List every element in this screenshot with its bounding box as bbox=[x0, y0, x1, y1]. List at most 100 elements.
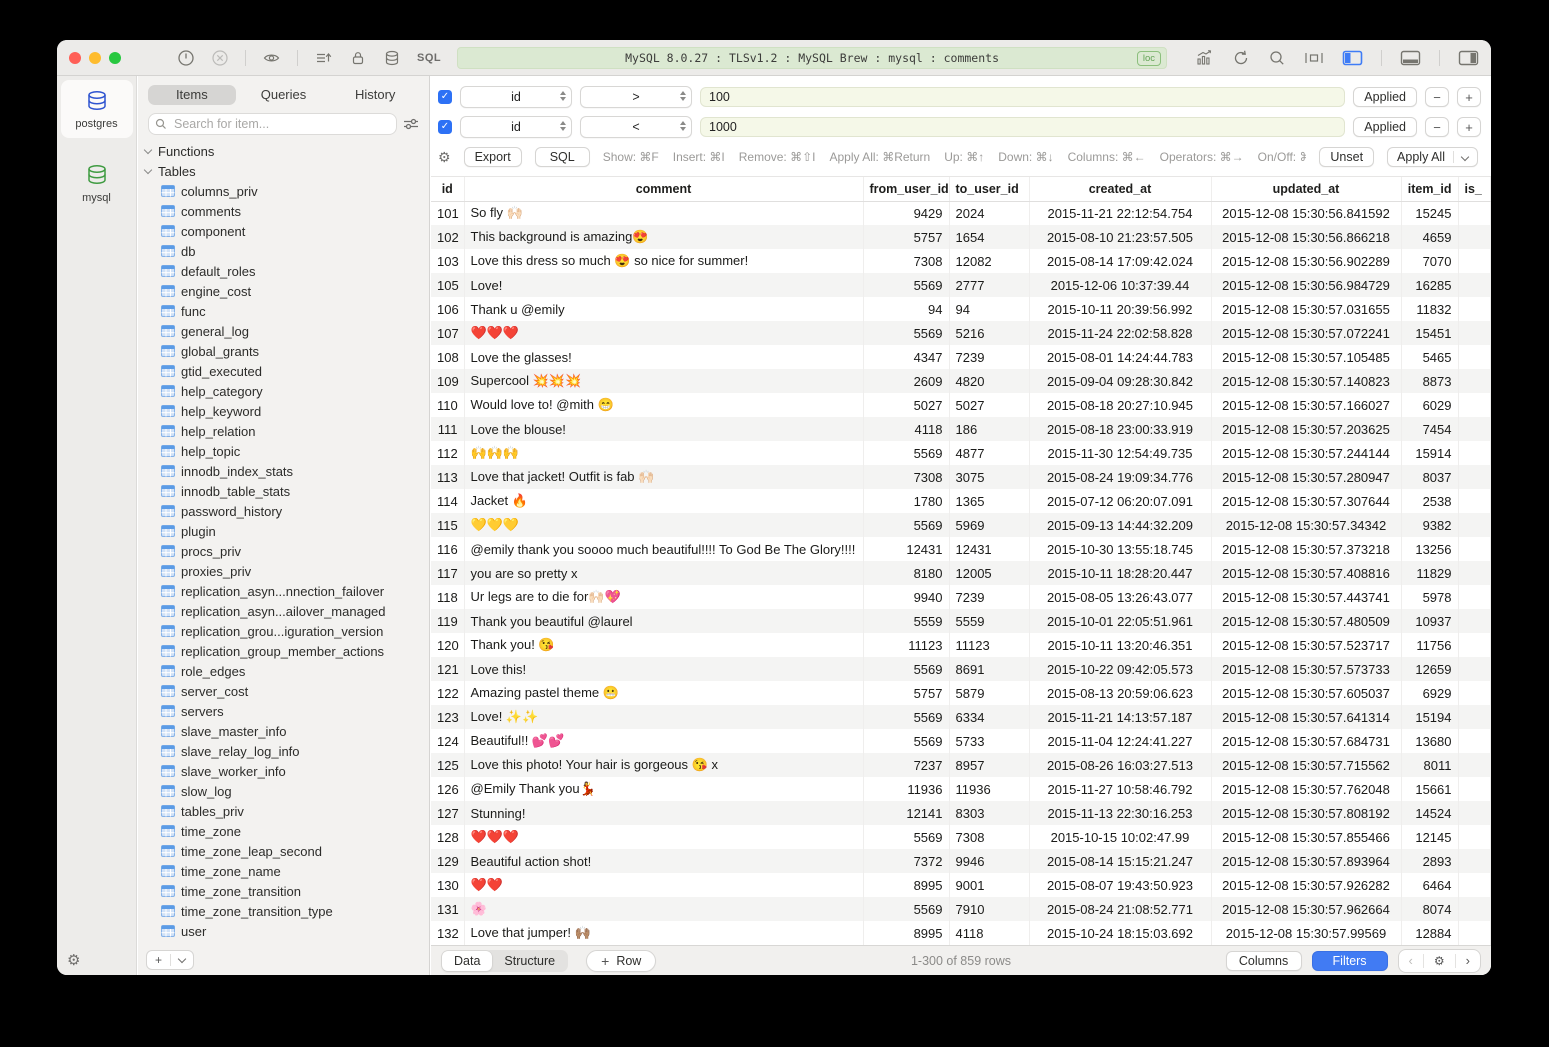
cell-id[interactable]: 105 bbox=[431, 273, 464, 297]
cell-to_user_id[interactable]: 8691 bbox=[949, 657, 1029, 681]
chart-icon[interactable] bbox=[1195, 49, 1214, 67]
cell-comment[interactable]: ❤️❤️❤️ bbox=[464, 321, 863, 345]
tab-data[interactable]: Data bbox=[442, 951, 492, 971]
cell-updated_at[interactable]: 2015-12-08 15:30:57.605037 bbox=[1211, 681, 1401, 705]
cell-comment[interactable]: Love! bbox=[464, 273, 863, 297]
cell-to_user_id[interactable]: 12082 bbox=[949, 249, 1029, 273]
table-row[interactable]: 126@Emily Thank you💃11936119362015-11-27… bbox=[431, 777, 1491, 801]
cell-created_at[interactable]: 2015-08-13 20:59:06.623 bbox=[1029, 681, 1211, 705]
table-row[interactable]: 131🌸556979102015-08-24 21:08:52.7712015-… bbox=[431, 897, 1491, 921]
cell-is_[interactable] bbox=[1458, 393, 1491, 417]
cell-is_[interactable] bbox=[1458, 777, 1491, 801]
section-functions[interactable]: Functions bbox=[138, 141, 429, 161]
cell-is_[interactable] bbox=[1458, 321, 1491, 345]
sidebar-table-item[interactable]: replication_asyn...ailover_managed bbox=[138, 601, 429, 621]
cell-to_user_id[interactable]: 8957 bbox=[949, 753, 1029, 777]
cell-is_[interactable] bbox=[1458, 849, 1491, 873]
filter-enabled-checkbox[interactable]: ✓ bbox=[438, 90, 452, 104]
cell-id[interactable]: 107 bbox=[431, 321, 464, 345]
cell-item_id[interactable]: 5465 bbox=[1401, 345, 1458, 369]
cell-comment[interactable]: Amazing pastel theme 😬 bbox=[464, 681, 863, 705]
cell-item_id[interactable]: 15914 bbox=[1401, 441, 1458, 465]
cell-comment[interactable]: Love that jumper! 🙌🏽 bbox=[464, 921, 863, 945]
cell-comment[interactable]: Would love to! @mith 😁 bbox=[464, 393, 863, 417]
add-row-button[interactable]: + Row bbox=[586, 950, 656, 972]
cell-item_id[interactable]: 4659 bbox=[1401, 225, 1458, 249]
applied-button[interactable]: Applied bbox=[1353, 117, 1417, 137]
cell-from_user_id[interactable]: 5027 bbox=[863, 393, 949, 417]
cell-is_[interactable] bbox=[1458, 489, 1491, 513]
cell-item_id[interactable]: 2538 bbox=[1401, 489, 1458, 513]
table-row[interactable]: 128❤️❤️❤️556973082015-10-15 10:02:47.992… bbox=[431, 825, 1491, 849]
cell-id[interactable]: 126 bbox=[431, 777, 464, 801]
table-row[interactable]: 113Love that jacket! Outfit is fab 🙌🏻730… bbox=[431, 465, 1491, 489]
cell-id[interactable]: 114 bbox=[431, 489, 464, 513]
cell-updated_at[interactable]: 2015-12-08 15:30:57.031655 bbox=[1211, 297, 1401, 321]
cell-created_at[interactable]: 2015-08-24 21:08:52.771 bbox=[1029, 897, 1211, 921]
toggle-right-panel-icon[interactable] bbox=[1458, 49, 1479, 67]
tab-items[interactable]: Items bbox=[148, 85, 236, 105]
cell-is_[interactable] bbox=[1458, 729, 1491, 753]
connection-mysql[interactable]: mysql bbox=[61, 154, 133, 212]
cell-item_id[interactable]: 10937 bbox=[1401, 609, 1458, 633]
sidebar-table-item[interactable]: time_zone_transition_type bbox=[138, 901, 429, 921]
preview-eye-icon[interactable] bbox=[262, 49, 281, 67]
cell-item_id[interactable]: 13680 bbox=[1401, 729, 1458, 753]
cell-to_user_id[interactable]: 1365 bbox=[949, 489, 1029, 513]
cell-comment[interactable]: you are so pretty x bbox=[464, 561, 863, 585]
cell-from_user_id[interactable]: 8180 bbox=[863, 561, 949, 585]
cell-from_user_id[interactable]: 7237 bbox=[863, 753, 949, 777]
table-row[interactable]: 120Thank you! 😘11123111232015-10-11 13:2… bbox=[431, 633, 1491, 657]
cell-from_user_id[interactable]: 12431 bbox=[863, 537, 949, 561]
table-row[interactable]: 106Thank u @emily94942015-10-11 20:39:56… bbox=[431, 297, 1491, 321]
cell-to_user_id[interactable]: 8303 bbox=[949, 801, 1029, 825]
columns-button[interactable]: Columns bbox=[1226, 951, 1302, 971]
cell-is_[interactable] bbox=[1458, 201, 1491, 225]
sidebar-table-item[interactable]: time_zone_name bbox=[138, 861, 429, 881]
table-row[interactable]: 110Would love to! @mith 😁502750272015-08… bbox=[431, 393, 1491, 417]
cell-item_id[interactable]: 8873 bbox=[1401, 369, 1458, 393]
cell-id[interactable]: 118 bbox=[431, 585, 464, 609]
cell-to_user_id[interactable]: 2024 bbox=[949, 201, 1029, 225]
table-row[interactable]: 109Supercool 💥💥💥260948202015-09-04 09:28… bbox=[431, 369, 1491, 393]
cell-is_[interactable] bbox=[1458, 345, 1491, 369]
cell-id[interactable]: 109 bbox=[431, 369, 464, 393]
table-row[interactable]: 125Love this photo! Your hair is gorgeou… bbox=[431, 753, 1491, 777]
connection-postgres[interactable]: postgres bbox=[61, 80, 133, 138]
unset-button[interactable]: Unset bbox=[1319, 147, 1374, 167]
filter-column-select[interactable]: id bbox=[460, 86, 572, 108]
cell-comment[interactable]: Love this dress so much 😍 so nice for su… bbox=[464, 249, 863, 273]
cell-created_at[interactable]: 2015-08-14 15:15:21.247 bbox=[1029, 849, 1211, 873]
cell-item_id[interactable]: 7070 bbox=[1401, 249, 1458, 273]
cell-to_user_id[interactable]: 186 bbox=[949, 417, 1029, 441]
filter-enabled-checkbox[interactable]: ✓ bbox=[438, 120, 452, 134]
table-row[interactable]: 121Love this!556986912015-10-22 09:42:05… bbox=[431, 657, 1491, 681]
cell-item_id[interactable]: 8011 bbox=[1401, 753, 1458, 777]
cell-created_at[interactable]: 2015-08-24 19:09:34.776 bbox=[1029, 465, 1211, 489]
database-icon[interactable] bbox=[383, 49, 401, 67]
cell-comment[interactable]: This background is amazing😍 bbox=[464, 225, 863, 249]
sidebar-table-item[interactable]: db bbox=[138, 241, 429, 261]
cell-created_at[interactable]: 2015-10-11 18:28:20.447 bbox=[1029, 561, 1211, 585]
table-row[interactable]: 118Ur legs are to die for🙌🏻💖994072392015… bbox=[431, 585, 1491, 609]
cell-from_user_id[interactable]: 5569 bbox=[863, 729, 949, 753]
cell-updated_at[interactable]: 2015-12-08 15:30:57.140823 bbox=[1211, 369, 1401, 393]
cell-from_user_id[interactable]: 8995 bbox=[863, 921, 949, 945]
cell-to_user_id[interactable]: 5216 bbox=[949, 321, 1029, 345]
sidebar-table-item[interactable]: procs_priv bbox=[138, 541, 429, 561]
sidebar-table-item[interactable]: user bbox=[138, 921, 429, 941]
cell-to_user_id[interactable]: 7239 bbox=[949, 585, 1029, 609]
cell-updated_at[interactable]: 2015-12-08 15:30:56.984729 bbox=[1211, 273, 1401, 297]
cell-comment[interactable]: Beautiful!! 💕💕 bbox=[464, 729, 863, 753]
sidebar-table-item[interactable]: slave_master_info bbox=[138, 721, 429, 741]
table-row[interactable]: 116@emily thank you soooo much beautiful… bbox=[431, 537, 1491, 561]
cell-updated_at[interactable]: 2015-12-08 15:30:57.480509 bbox=[1211, 609, 1401, 633]
cell-updated_at[interactable]: 2015-12-08 15:30:57.99569 bbox=[1211, 921, 1401, 945]
cell-updated_at[interactable]: 2015-12-08 15:30:56.866218 bbox=[1211, 225, 1401, 249]
sidebar-table-item[interactable]: plugin bbox=[138, 521, 429, 541]
cell-comment[interactable]: Love this photo! Your hair is gorgeous 😘… bbox=[464, 753, 863, 777]
sidebar-table-item[interactable]: global_grants bbox=[138, 341, 429, 361]
table-row[interactable]: 105Love!556927772015-12-06 10:37:39.4420… bbox=[431, 273, 1491, 297]
cell-updated_at[interactable]: 2015-12-08 15:30:56.841592 bbox=[1211, 201, 1401, 225]
sidebar-table-item[interactable]: replication_grou...iguration_version bbox=[138, 621, 429, 641]
